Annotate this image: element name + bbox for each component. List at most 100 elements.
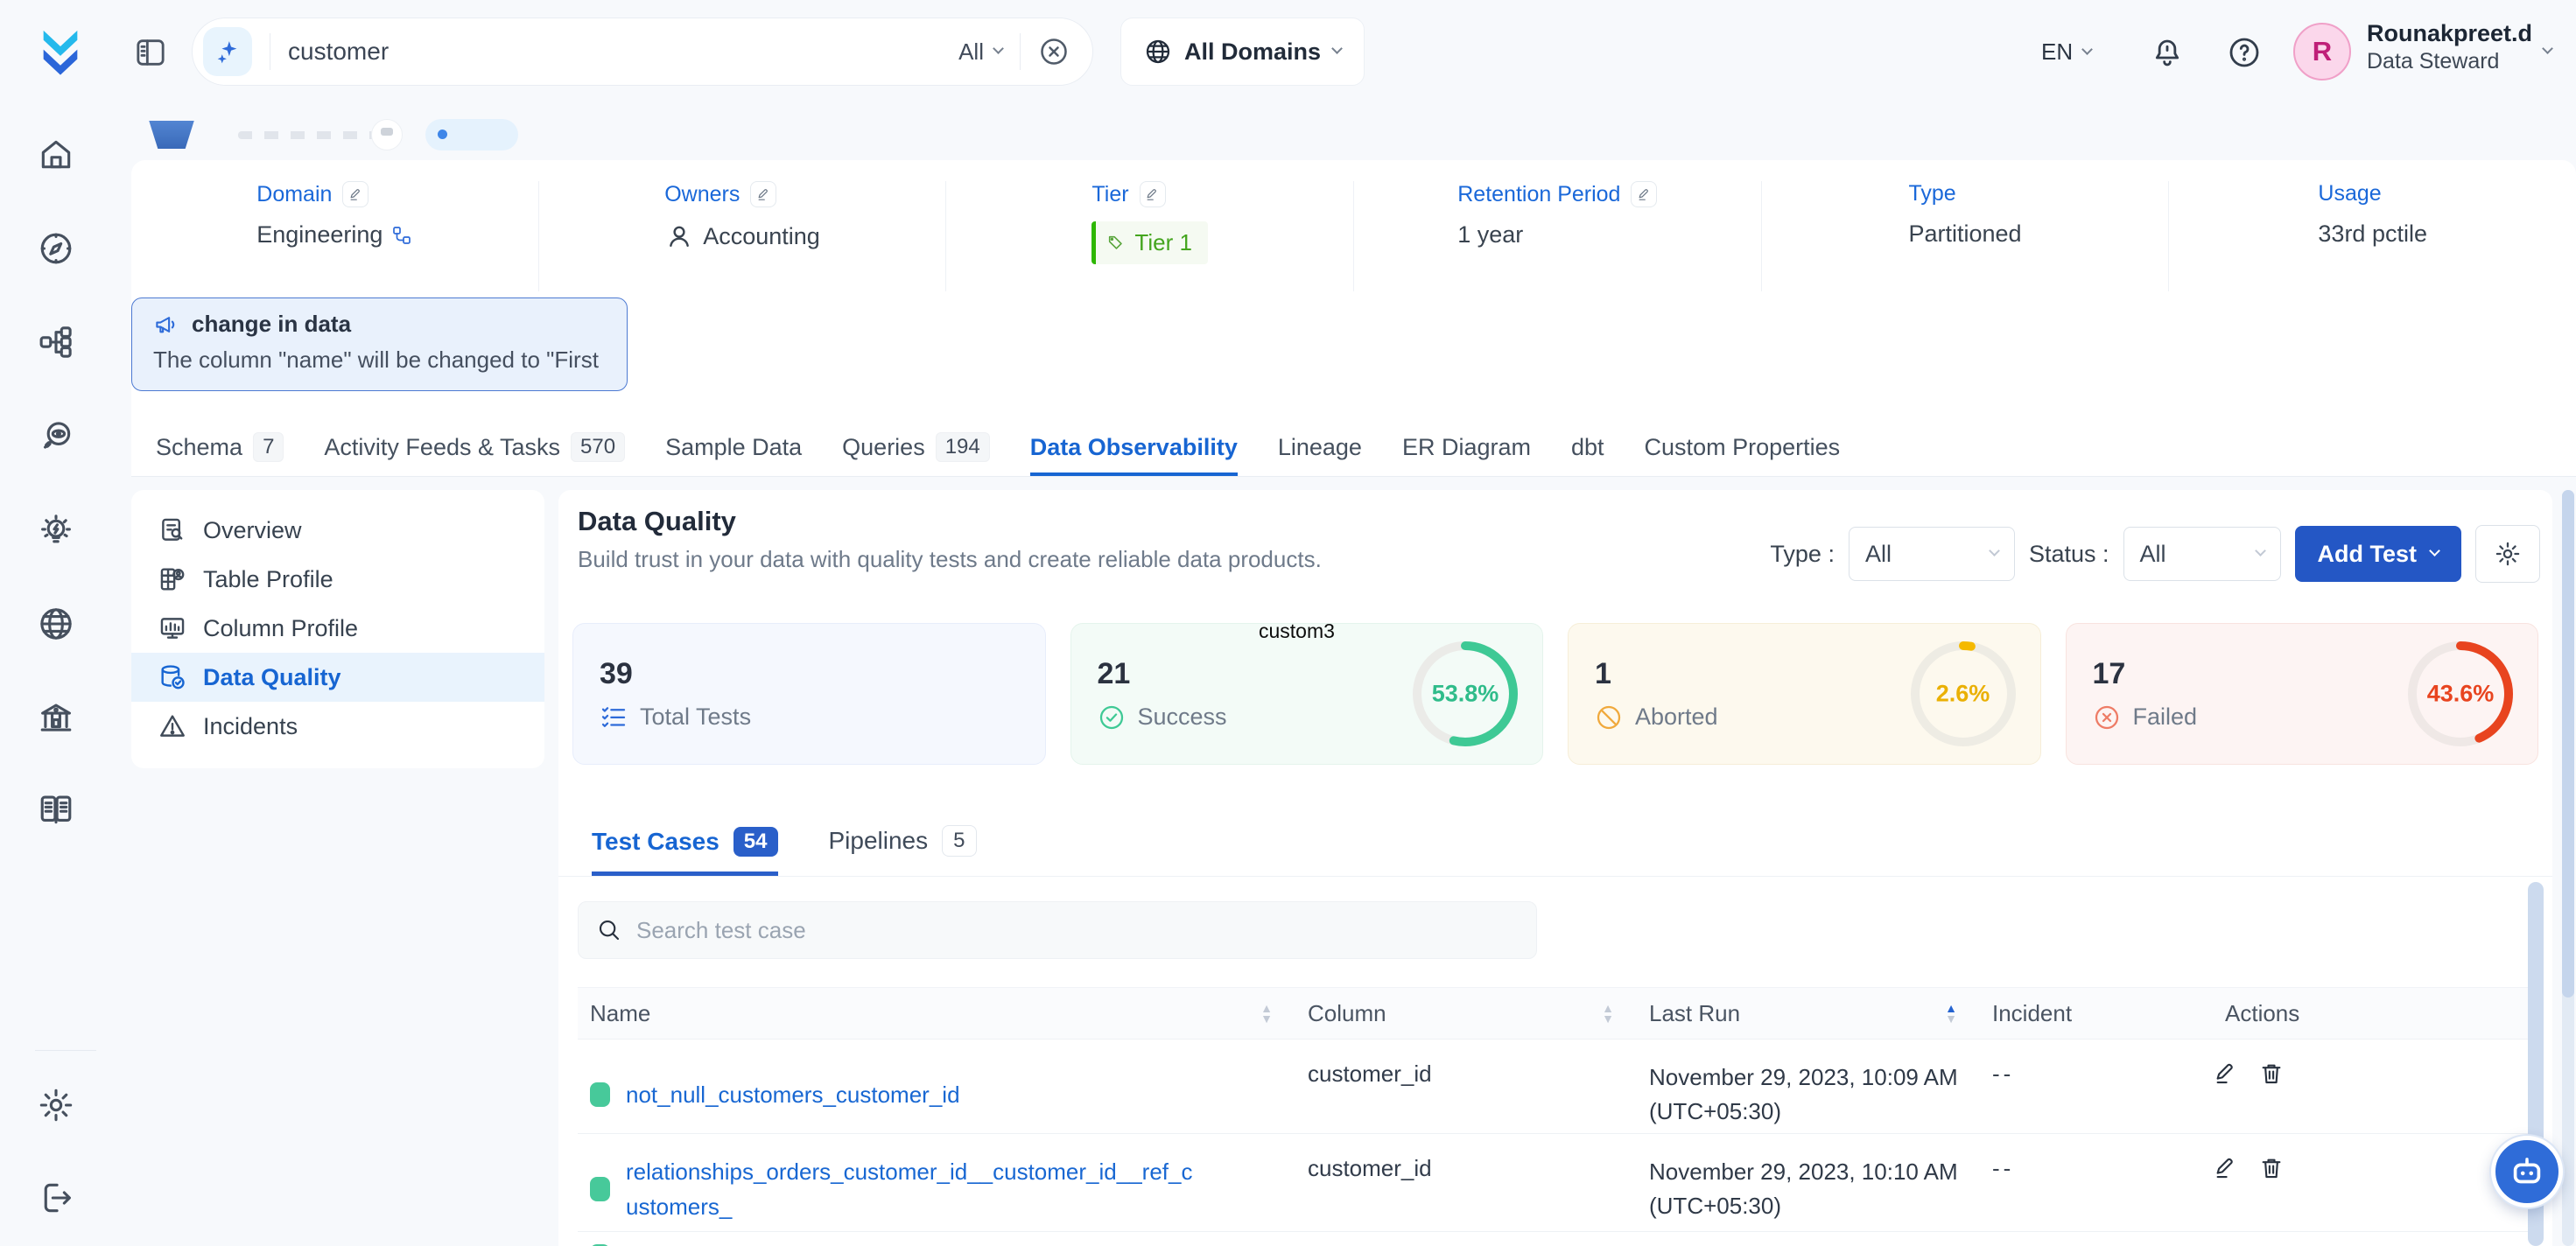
- breadcrumb: [238, 131, 382, 139]
- sort-desc-icon: ▼: [1602, 1013, 1614, 1024]
- edit-domain-icon[interactable]: [342, 181, 369, 207]
- tab-test-cases[interactable]: Test Cases 54: [592, 827, 778, 876]
- col-header-actions: Actions: [2213, 988, 2533, 1039]
- tab-queries[interactable]: Queries194: [842, 418, 990, 476]
- global-search-bar[interactable]: All: [192, 18, 1093, 86]
- usage-value: 33rd pctile: [2318, 220, 2427, 248]
- chat-bot-button[interactable]: [2491, 1136, 2563, 1208]
- domain-value[interactable]: Engineering: [256, 221, 383, 248]
- total-tests-value: 39: [600, 657, 1019, 691]
- user-info[interactable]: Rounakpreet.d Data Steward: [2367, 19, 2532, 74]
- tab-er-diagram[interactable]: ER Diagram: [1402, 418, 1531, 476]
- owners-value[interactable]: Accounting: [703, 223, 820, 250]
- edit-icon[interactable]: [2213, 1155, 2239, 1181]
- success-percent: 53.8%: [1407, 681, 1523, 708]
- dq-settings-button[interactable]: [2475, 525, 2540, 583]
- tab-custom-properties[interactable]: Custom Properties: [1645, 418, 1841, 476]
- tab-dbt[interactable]: dbt: [1571, 418, 1604, 476]
- announcement-body: The column "name" will be changed to "Fi…: [153, 346, 606, 374]
- help-icon[interactable]: [2227, 35, 2262, 70]
- col-header-name[interactable]: Name ▲▼: [578, 988, 1295, 1039]
- sort-icons[interactable]: ▲▼: [1945, 1003, 1957, 1024]
- tab-pipelines[interactable]: Pipelines 5: [829, 825, 977, 876]
- col-header-column[interactable]: Column ▲▼: [1295, 988, 1637, 1039]
- edit-icon[interactable]: [2213, 1060, 2239, 1087]
- card-failed: 17 Failed 43.6%: [2066, 623, 2539, 765]
- edit-owners-icon[interactable]: [750, 181, 776, 207]
- chevron-down-icon: [2429, 545, 2440, 556]
- card-success: 21 Success 53.8%: [1070, 623, 1544, 765]
- domains-filter-button[interactable]: All Domains: [1120, 18, 1365, 86]
- sidebar-observability-icon[interactable]: [37, 417, 72, 452]
- announcement-banner[interactable]: change in data The column "name" will be…: [131, 298, 628, 391]
- search-scope-dropdown[interactable]: All: [958, 38, 1002, 66]
- type-filter-select[interactable]: All: [1849, 527, 2015, 581]
- column-value: customer_id: [1308, 1155, 1432, 1182]
- avatar-initial: R: [2313, 36, 2332, 67]
- status-filter-select[interactable]: All: [2123, 527, 2281, 581]
- sidebar-logout-icon[interactable]: [37, 1179, 72, 1214]
- sidebar-settings-icon[interactable]: [37, 1086, 72, 1121]
- test-tabs: Test Cases 54 Pipelines 5: [558, 798, 2552, 877]
- page-scrollbar-thumb[interactable]: [2562, 490, 2574, 998]
- owners-label: Owners: [664, 182, 740, 207]
- sidebar-glossary-icon[interactable]: [37, 790, 72, 825]
- ai-sparkle-icon[interactable]: [203, 27, 252, 76]
- team-icon: [664, 221, 694, 251]
- sidebar-insights-icon[interactable]: [37, 511, 72, 546]
- openmetadata-logo-icon[interactable]: [35, 19, 86, 84]
- user-name: Rounakpreet.d: [2367, 19, 2532, 48]
- delete-icon[interactable]: [2258, 1155, 2285, 1181]
- top-navbar: All All Domains EN R Rounakpreet.d Data: [0, 0, 2576, 103]
- user-menu-chevron-icon[interactable]: [2542, 43, 2553, 54]
- tab-count-badge: 570: [571, 432, 625, 462]
- sidebar-governance-icon[interactable]: [37, 698, 72, 733]
- search-scope-label: All: [958, 38, 984, 66]
- tab-lineage[interactable]: Lineage: [1278, 418, 1362, 476]
- tab-count-badge: 7: [253, 432, 284, 462]
- language-selector[interactable]: EN: [2041, 38, 2091, 66]
- avatar[interactable]: R: [2293, 23, 2351, 80]
- sidebar-item-incidents[interactable]: Incidents: [131, 702, 544, 751]
- test-case-search-input[interactable]: [636, 917, 1519, 944]
- sidebar-item-overview[interactable]: Overview: [131, 506, 544, 555]
- x-circle-icon: [2093, 704, 2121, 732]
- edit-tier-icon[interactable]: [1140, 181, 1166, 207]
- sidebar-item-data-quality[interactable]: Data Quality: [131, 653, 544, 702]
- retention-label: Retention Period: [1457, 182, 1620, 207]
- sidebar-home-icon[interactable]: [37, 136, 72, 171]
- sidebar-item-table-profile[interactable]: Table Profile: [131, 555, 544, 604]
- test-case-link[interactable]: relationships_orders_customer_id__custom…: [626, 1154, 1204, 1225]
- sidebar-data-flow-icon[interactable]: [37, 323, 72, 358]
- chevron-down-icon: [1989, 545, 2000, 556]
- test-case-search[interactable]: [578, 901, 1537, 959]
- test-case-link[interactable]: not_null_customers_customer_id: [626, 1077, 960, 1112]
- notifications-bell-icon[interactable]: [2150, 35, 2185, 70]
- delete-icon[interactable]: [2258, 1060, 2285, 1087]
- sort-icons[interactable]: ▲▼: [1260, 1003, 1273, 1024]
- status-badge: [425, 119, 518, 150]
- search-input[interactable]: [288, 38, 958, 66]
- clear-search-icon[interactable]: [1038, 36, 1070, 67]
- add-test-button[interactable]: Add Test: [2295, 526, 2462, 582]
- chevron-down-icon: [2081, 44, 2093, 55]
- tab-data-observability[interactable]: Data Observability: [1030, 418, 1238, 476]
- field-domain: Domain Engineering: [131, 181, 538, 291]
- entity-header-card: Domain Engineering Owners Accounting: [131, 160, 2576, 477]
- rail-divider: [35, 1050, 96, 1051]
- sidebar-domains-icon[interactable]: [37, 605, 72, 640]
- col-header-last-run[interactable]: Last Run ▲▼: [1637, 988, 1980, 1039]
- tier-badge: Tier 1: [1091, 221, 1208, 264]
- user-role: Data Steward: [2367, 48, 2532, 75]
- tab-sample-data[interactable]: Sample Data: [665, 418, 802, 476]
- sort-icons[interactable]: ▲▼: [1602, 1003, 1614, 1024]
- tab-schema[interactable]: Schema7: [156, 418, 284, 476]
- edit-retention-icon[interactable]: [1631, 181, 1657, 207]
- sidebar-explore-icon[interactable]: [37, 229, 72, 264]
- type-value: Partitioned: [1908, 220, 2021, 248]
- sidebar-toggle-icon[interactable]: [133, 35, 168, 70]
- page-subtitle: Build trust in your data with quality te…: [578, 546, 1322, 573]
- test-cases-table: Name ▲▼ Column ▲▼ Last Run ▲▼ Incident A…: [578, 987, 2533, 1246]
- tab-activity-feeds[interactable]: Activity Feeds & Tasks570: [324, 418, 625, 476]
- sidebar-item-column-profile[interactable]: Column Profile: [131, 604, 544, 653]
